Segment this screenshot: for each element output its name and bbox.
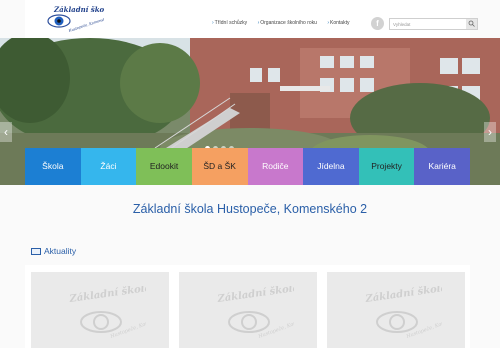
search-icon [468,20,475,27]
search-input[interactable]: Vyhledat [389,18,478,30]
placeholder-logo-image: Základní školaHustopeče, Komenského 2 [216,286,294,340]
top-links: ›Třídní schůzky ›Organizace školního rok… [212,20,358,26]
logo-line1: Základní škola [53,5,104,14]
nav-item[interactable]: Projekty [358,148,415,185]
nav-item[interactable]: Žáci [80,148,137,185]
news-section-title: Aktuality [31,246,76,256]
toplink-trizni-schuzky[interactable]: ›Třídní schůzky [212,20,247,26]
svg-text:Základní škola: Základní škola [216,286,294,305]
newspaper-icon [31,248,41,255]
nav-item[interactable]: Edookit [136,148,192,185]
toplink-organizace[interactable]: ›Organizace školního roku [258,20,317,26]
nav-item[interactable]: Kariéra [414,148,470,185]
placeholder-logo-image: Základní školaHustopeče, Komenského 2 [68,286,146,340]
site-header: Základní škola Hustopeče, Komenského 2 ›… [25,0,478,38]
placeholder-logo-image: Základní školaHustopeče, Komenského 2 [364,286,442,340]
svg-text:Základní škola: Základní škola [68,286,146,305]
chevron-right-icon: › [488,125,492,139]
chevron-right-icon: › [327,20,330,26]
facebook-icon[interactable]: f [371,17,384,30]
hero-next-button[interactable]: › [484,122,496,142]
nav-item[interactable]: Škola [25,148,81,185]
chevron-left-icon: ‹ [4,125,8,139]
hero-prev-button[interactable]: ‹ [0,122,12,142]
school-logo[interactable]: Základní škola Hustopeče, Komenského 2 [34,3,116,35]
chevron-right-icon: › [212,20,214,26]
news-card[interactable]: Základní školaHustopeče, Komenského 2 [31,272,169,348]
chevron-right-icon: › [257,20,260,26]
news-cards: Základní školaHustopeče, Komenského 2 Zá… [25,265,470,348]
toplink-kontakty[interactable]: ›Kontakty [327,20,349,26]
logo-line2: Hustopeče, Komenského 2 [67,14,104,33]
svg-text:Základní škola: Základní škola [364,286,442,305]
nav-item[interactable]: Jídelna [303,148,359,185]
nav-item[interactable]: ŠD a ŠK [191,148,248,185]
page-headline: Základní škola Hustopeče, Komenského 2 [132,202,368,216]
news-card[interactable]: Základní školaHustopeče, Komenského 2 [327,272,465,348]
news-card[interactable]: Základní školaHustopeče, Komenského 2 [179,272,317,348]
main-nav: Škola Žáci Edookit ŠD a ŠK Rodiče Jídelna Proj… [25,148,470,185]
search-button[interactable] [466,19,477,29]
nav-item[interactable]: Rodiče [247,148,304,185]
